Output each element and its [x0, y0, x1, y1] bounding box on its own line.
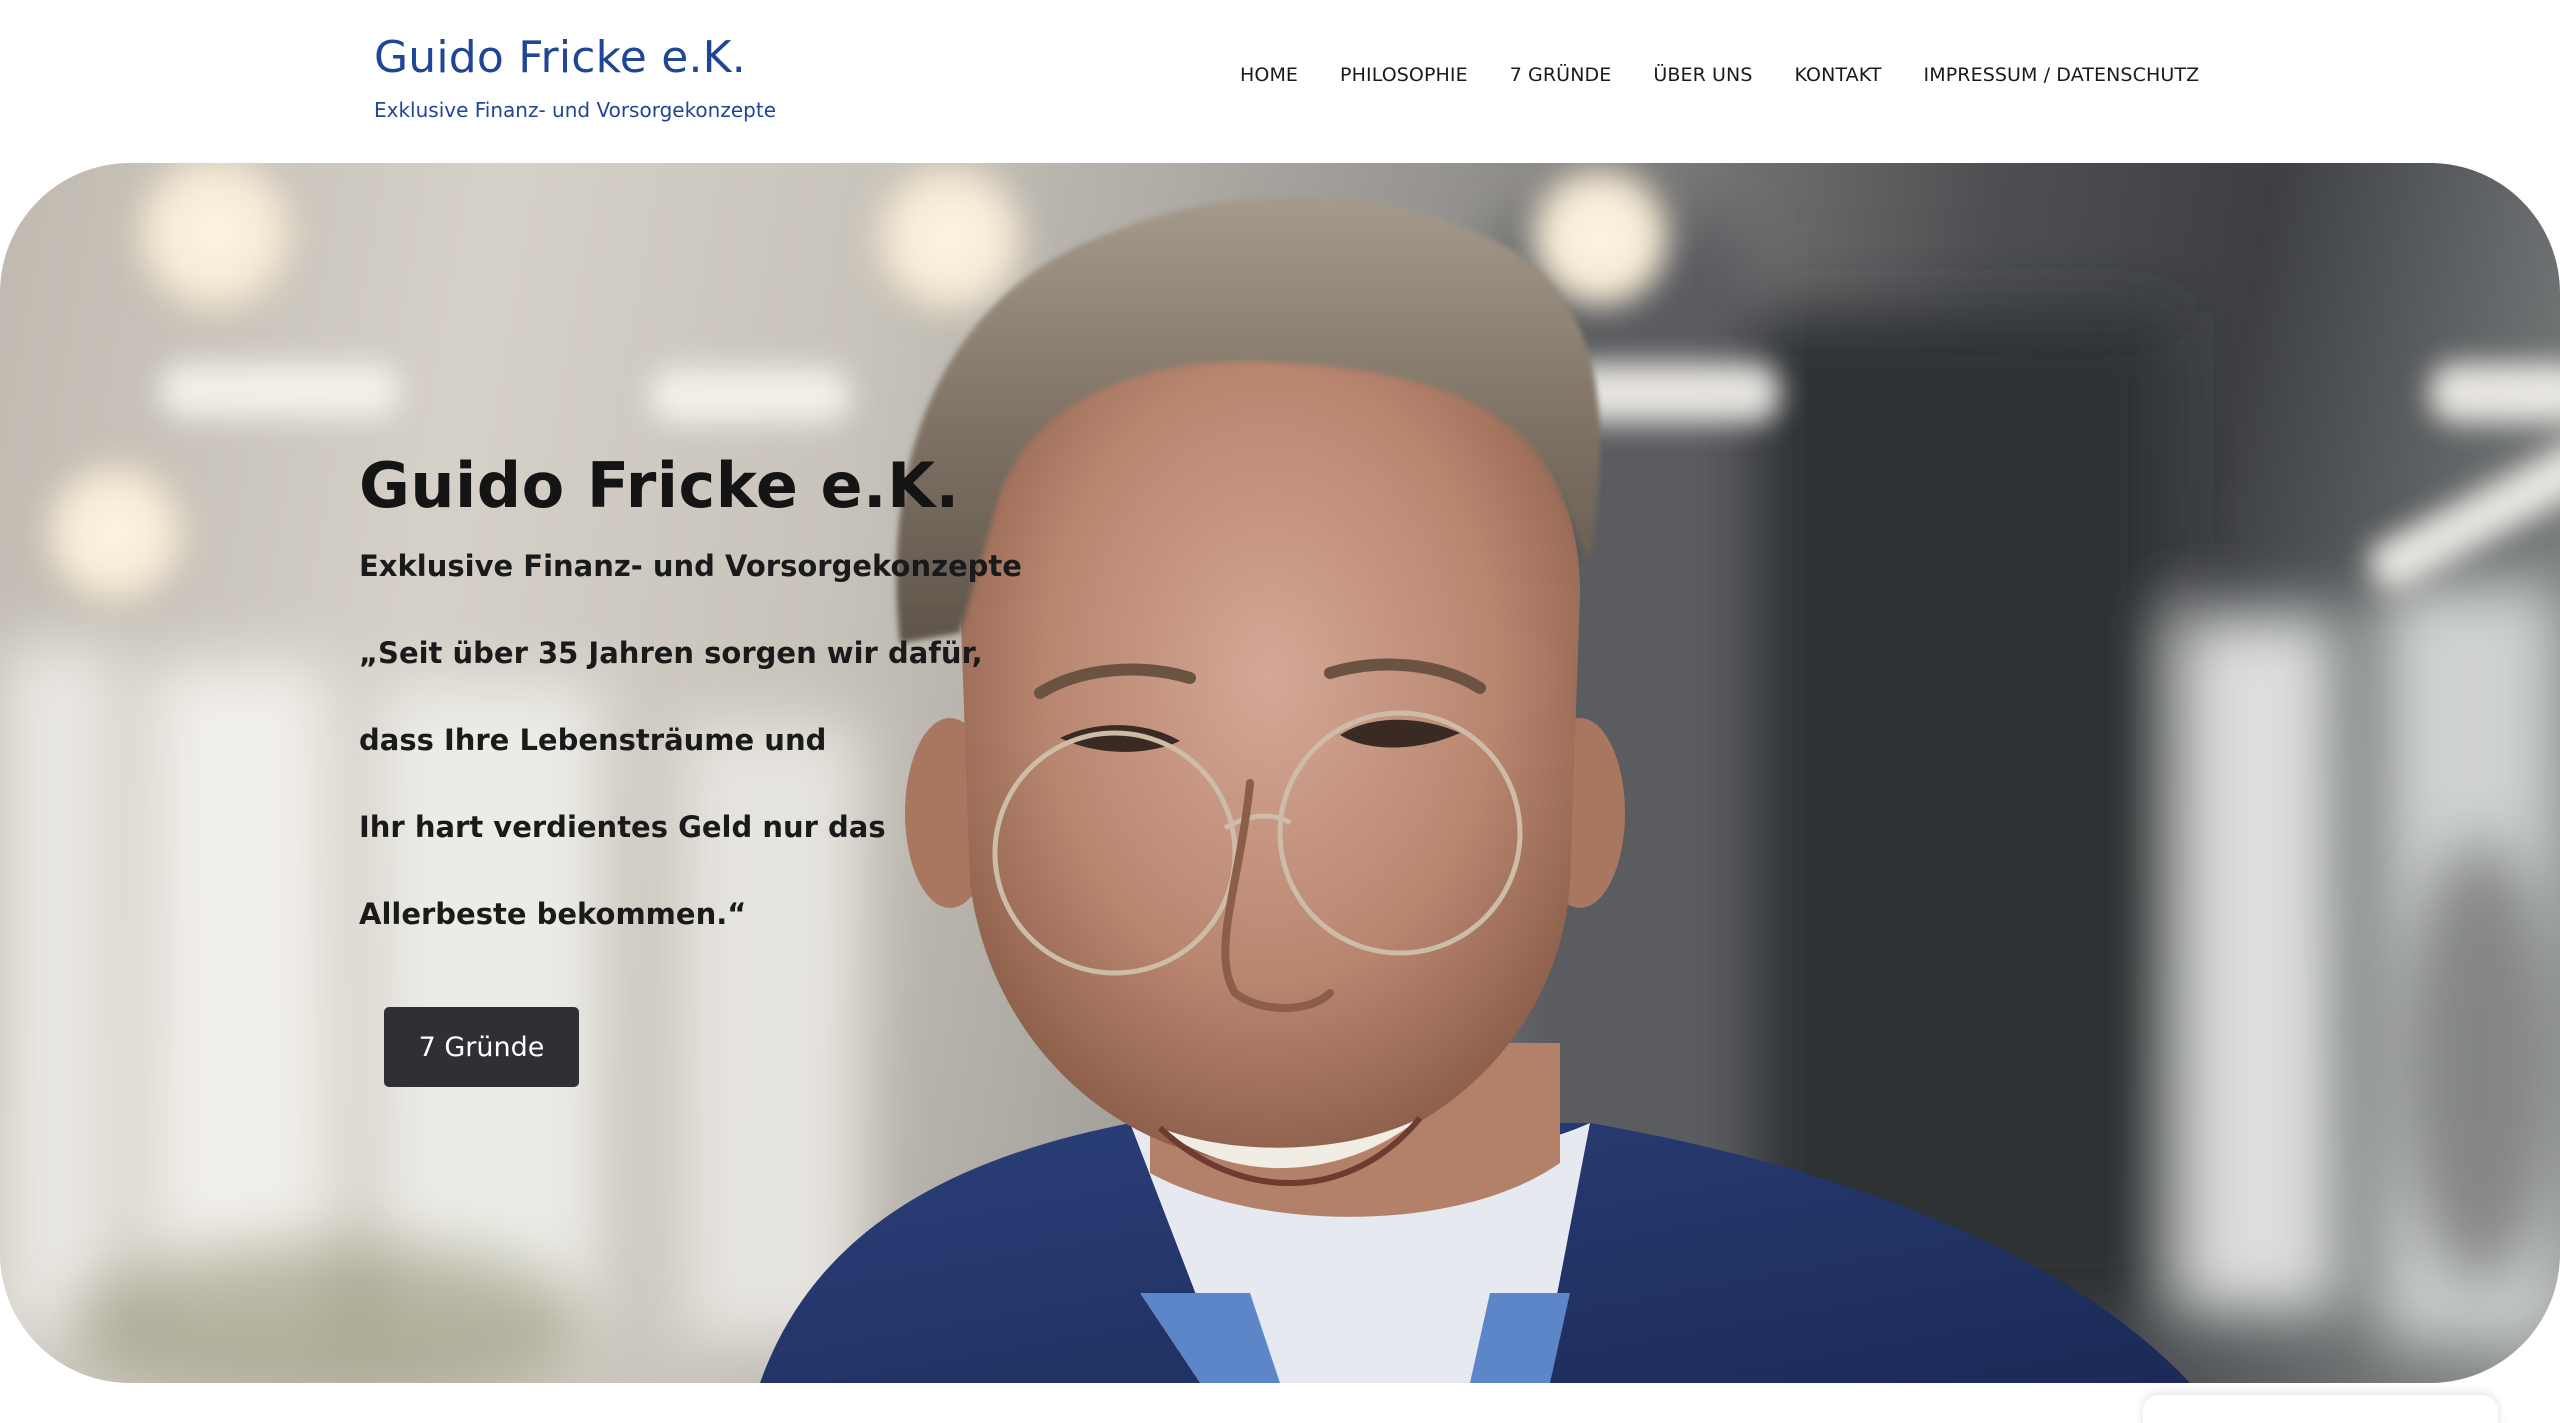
main-navigation: HOME PHILOSOPHIE 7 GRÜNDE ÜBER UNS KONTA…: [1240, 64, 2199, 86]
hero-quote-line: Allerbeste bekommen.“: [359, 897, 747, 931]
hero-subtitle: Exklusive Finanz- und Vorsorgekonzepte: [359, 549, 1022, 583]
hero-section: Guido Fricke e.K. Exklusive Finanz- und …: [0, 163, 2560, 1383]
nav-item-home[interactable]: HOME: [1240, 64, 1298, 86]
nav-item-ueber-uns[interactable]: ÜBER UNS: [1653, 64, 1752, 86]
branding: Guido Fricke e.K. Exklusive Finanz- und …: [374, 30, 776, 122]
seven-reasons-button[interactable]: 7 Gründe: [384, 1007, 579, 1087]
nav-item-7-gruende[interactable]: 7 GRÜNDE: [1510, 64, 1612, 86]
site-title-link[interactable]: Guido Fricke e.K.: [374, 30, 776, 86]
nav-item-philosophie[interactable]: PHILOSOPHIE: [1340, 64, 1468, 86]
hero-quote-line: dass Ihre Lebensträume und: [359, 723, 827, 757]
floating-widget-tab[interactable]: [2143, 1395, 2498, 1423]
page: Guido Fricke e.K. Exklusive Finanz- und …: [0, 0, 2560, 1423]
hero-title: Guido Fricke e.K.: [359, 449, 960, 522]
hero-content: Guido Fricke e.K. Exklusive Finanz- und …: [359, 446, 1159, 979]
site-header: Guido Fricke e.K. Exklusive Finanz- und …: [0, 0, 2560, 163]
nav-item-impressum-datenschutz[interactable]: IMPRESSUM / DATENSCHUTZ: [1924, 64, 2200, 86]
hero-quote-line: Ihr hart verdientes Geld nur das: [359, 810, 886, 844]
hero-quote-line: „Seit über 35 Jahren sorgen wir dafür,: [359, 636, 983, 670]
nav-item-kontakt[interactable]: KONTAKT: [1795, 64, 1882, 86]
site-tagline: Exklusive Finanz- und Vorsorgekonzepte: [374, 98, 776, 122]
